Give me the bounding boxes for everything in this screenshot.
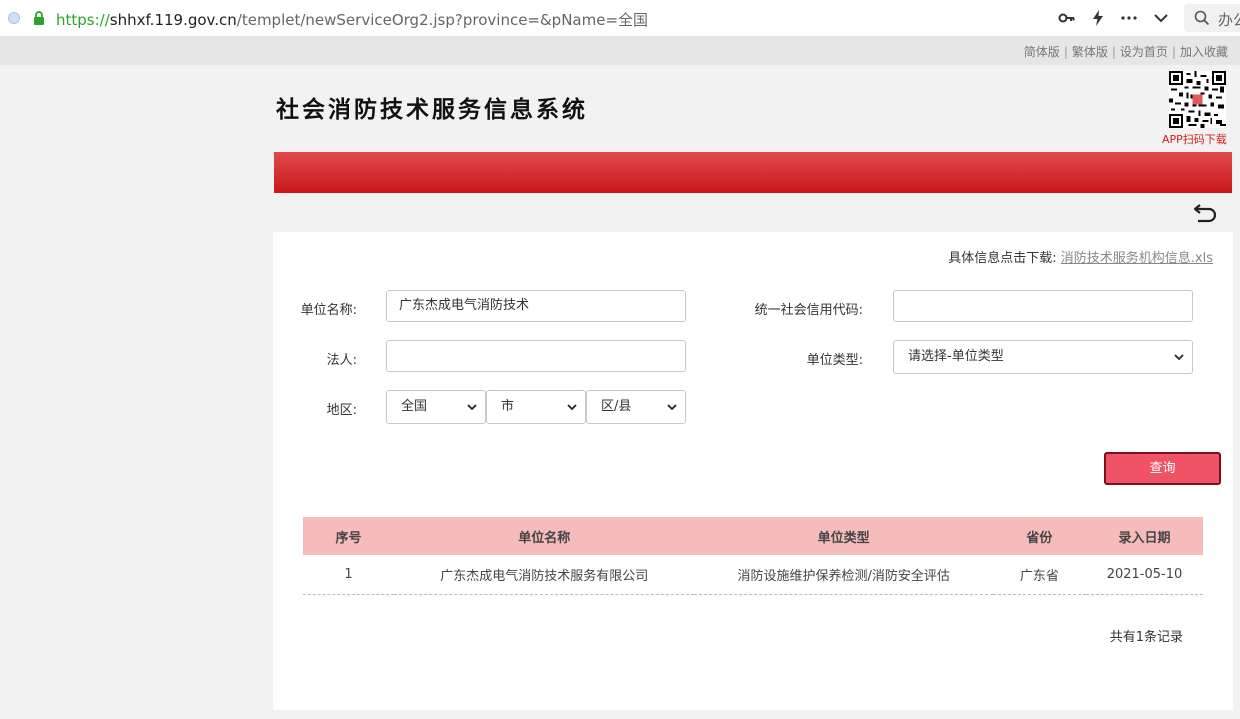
- credit-code-input[interactable]: [893, 290, 1193, 322]
- key-icon[interactable]: [1057, 8, 1077, 28]
- cell-index: 1: [303, 555, 395, 595]
- table-row[interactable]: 1 广东杰成电气消防技术服务有限公司 消防设施维护保养检测/消防安全评估 广东省…: [303, 555, 1203, 595]
- lock-icon[interactable]: [32, 10, 46, 26]
- site-title: 社会消防技术服务信息系统: [276, 96, 588, 123]
- city-selected: 市: [501, 399, 515, 414]
- col-header-entry-date: 录入日期: [1085, 517, 1203, 555]
- search-icon: [1194, 10, 1210, 26]
- col-header-index: 序号: [303, 517, 395, 555]
- link-simplified[interactable]: 简体版: [1024, 45, 1060, 59]
- separator: |: [1171, 45, 1176, 59]
- chevron-down-icon: [667, 404, 677, 411]
- cell-unit-name[interactable]: 广东杰成电气消防技术服务有限公司: [394, 555, 695, 595]
- district-select[interactable]: 区/县: [586, 390, 686, 424]
- province-select[interactable]: 全国: [386, 390, 486, 424]
- chevron-down-icon: [1174, 354, 1184, 361]
- unit-type-select[interactable]: 请选择-单位类型: [893, 340, 1193, 374]
- city-select[interactable]: 市: [486, 390, 586, 424]
- download-label: 具体信息点击下载:: [948, 251, 1057, 266]
- col-header-unit-name: 单位名称: [394, 517, 695, 555]
- search-panel: 具体信息点击下载: 消防技术服务机构信息.xls 单位名称: 广东杰成电气消防技…: [273, 232, 1233, 710]
- unit-name-input[interactable]: 广东杰成电气消防技术: [386, 290, 686, 322]
- cell-unit-type: 消防设施维护保养检测/消防安全评估: [694, 555, 993, 595]
- cell-province: 广东省: [992, 555, 1086, 595]
- province-selected: 全国: [401, 399, 428, 414]
- url-path: /templet/newServiceOrg2.jsp?province=&pN…: [236, 11, 649, 29]
- col-header-unit-type: 单位类型: [694, 517, 993, 555]
- header-red-banner: [274, 152, 1232, 193]
- qr-code-image: [1169, 71, 1226, 128]
- chevron-down-icon[interactable]: [1151, 8, 1171, 28]
- unit-type-label: 单位类型:: [806, 353, 863, 368]
- legal-person-label: 法人:: [326, 353, 357, 368]
- total-records: 共有1条记录: [1109, 630, 1183, 645]
- unit-name-label: 单位名称:: [300, 303, 357, 318]
- back-arrow-icon[interactable]: [1193, 200, 1219, 224]
- legal-person-input[interactable]: [386, 340, 686, 372]
- download-xls-link[interactable]: 消防技术服务机构信息.xls: [1061, 251, 1213, 266]
- unit-type-selected: 请选择-单位类型: [908, 349, 1004, 364]
- url-host: shhxf.119.gov.cn: [109, 11, 237, 29]
- credit-code-label: 统一社会信用代码:: [754, 303, 863, 318]
- top-links: 简体版 | 繁体版 | 设为首页 | 加入收藏: [1024, 43, 1228, 60]
- browser-address-bar: https://shhxf.119.gov.cn/templet/newServ…: [0, 0, 1240, 37]
- chevron-down-icon: [467, 404, 477, 411]
- top-link-strip: 简体版 | 繁体版 | 设为首页 | 加入收藏: [0, 37, 1240, 65]
- table-header-row: 序号 单位名称 单位类型 省份 录入日期: [303, 517, 1203, 555]
- url-scheme: https://: [56, 11, 110, 29]
- separator: |: [1063, 45, 1068, 59]
- qr-caption: APP扫码下载: [1162, 133, 1227, 146]
- page-status-icon: [8, 12, 20, 24]
- results-table: 序号 单位名称 单位类型 省份 录入日期 1 广东杰成电气消防技术服务有限公司 …: [303, 517, 1203, 595]
- separator: |: [1111, 45, 1116, 59]
- col-header-province: 省份: [992, 517, 1086, 555]
- url-field[interactable]: https://shhxf.119.gov.cn/templet/newServ…: [56, 9, 648, 30]
- link-add-favorite[interactable]: 加入收藏: [1180, 45, 1228, 59]
- more-icon[interactable]: [1119, 8, 1139, 28]
- lightning-icon[interactable]: [1088, 8, 1108, 28]
- chevron-down-icon: [567, 404, 577, 411]
- search-text: 办公: [1218, 11, 1240, 29]
- link-set-homepage[interactable]: 设为首页: [1120, 45, 1168, 59]
- region-label: 地区:: [326, 403, 357, 418]
- district-selected: 区/县: [601, 399, 632, 414]
- cell-entry-date: 2021-05-10: [1085, 555, 1203, 595]
- download-line: 具体信息点击下载: 消防技术服务机构信息.xls: [948, 247, 1213, 266]
- browser-search-box[interactable]: 办公: [1184, 4, 1240, 32]
- query-button[interactable]: 查询: [1104, 452, 1221, 485]
- link-traditional[interactable]: 繁体版: [1072, 45, 1108, 59]
